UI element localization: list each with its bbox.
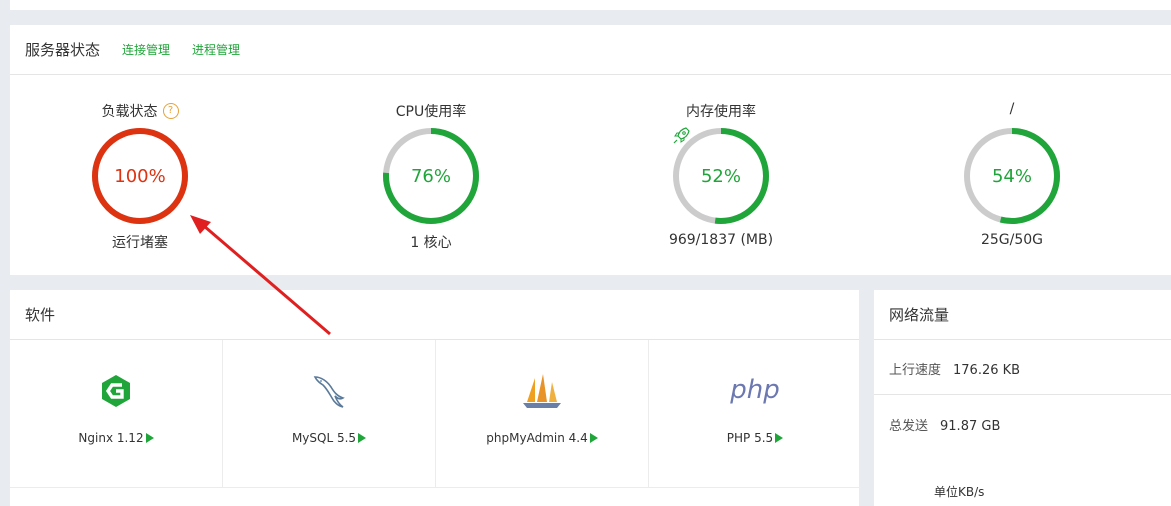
server-status-header: 服务器状态 连接管理 进程管理 bbox=[10, 25, 1171, 75]
load-ring[interactable]: 100% bbox=[90, 126, 190, 226]
phpmyadmin-sailboat-icon bbox=[512, 368, 572, 414]
load-value: 100% bbox=[114, 165, 166, 187]
software-title: 软件 bbox=[25, 306, 56, 324]
cpu-cores-text: 1 核心 bbox=[410, 235, 452, 251]
software-name-nginx: Nginx 1.12 bbox=[78, 431, 144, 445]
memory-usage-text: 969/1837 (MB) bbox=[668, 232, 774, 248]
software-item-phpmyadmin[interactable]: phpMyAdmin 4.4 bbox=[436, 340, 649, 488]
software-name-php: PHP 5.5 bbox=[726, 431, 774, 445]
load-status-text: 运行堵塞 bbox=[112, 235, 168, 251]
software-item-nginx[interactable]: Nginx 1.12 bbox=[10, 340, 223, 488]
disk-usage-text: 25G/50G bbox=[980, 232, 1044, 248]
nginx-icon bbox=[86, 368, 146, 414]
play-icon[interactable] bbox=[589, 433, 598, 443]
memory-ring[interactable]: 52% bbox=[671, 126, 771, 226]
connection-manage-link[interactable]: 连接管理 bbox=[122, 41, 170, 58]
mysql-dolphin-icon bbox=[299, 368, 359, 414]
cpu-value: 76% bbox=[410, 165, 451, 187]
gauge-memory-label: 内存使用率 bbox=[686, 104, 756, 120]
play-icon[interactable] bbox=[775, 433, 784, 443]
network-panel: 网络流量 上行速度 176.26 KB 总发送 91.87 GB 单位KB/s bbox=[874, 290, 1171, 506]
software-item-php[interactable]: php PHP 5.5 bbox=[649, 340, 861, 488]
disk-value: 54% bbox=[991, 165, 1032, 187]
gauge-cpu-label: CPU使用率 bbox=[395, 104, 467, 120]
network-title: 网络流量 bbox=[889, 306, 950, 324]
total-sent-label: 总发送 bbox=[889, 419, 929, 434]
software-grid: Nginx 1.12 MySQL 5.5 phpMyAdmin 4.4 php … bbox=[10, 340, 861, 506]
software-panel: 软件 Nginx 1.12 MySQL 5.5 phpMyAdmin 4.4 p… bbox=[10, 290, 861, 506]
play-icon[interactable] bbox=[358, 433, 367, 443]
server-status-panel: 服务器状态 连接管理 进程管理 负载状态 ? 100% 运行堵塞 CPU使用率 bbox=[10, 25, 1171, 275]
gauges-row: 负载状态 ? 100% 运行堵塞 CPU使用率 76% 1 核心 内存使用率 5… bbox=[10, 75, 1171, 275]
software-name-mysql: MySQL 5.5 bbox=[291, 431, 357, 445]
software-name-phpmyadmin: phpMyAdmin 4.4 bbox=[486, 431, 588, 445]
process-manage-link[interactable]: 进程管理 bbox=[192, 41, 240, 58]
help-icon[interactable]: ? bbox=[162, 103, 179, 119]
upload-speed-value: 176.26 KB bbox=[953, 363, 1021, 378]
svg-text:php: php bbox=[729, 375, 780, 405]
software-header: 软件 bbox=[10, 290, 859, 340]
top-strip bbox=[10, 0, 1171, 10]
cpu-ring[interactable]: 76% bbox=[381, 126, 481, 226]
network-header: 网络流量 bbox=[874, 290, 1171, 340]
divider bbox=[874, 394, 1171, 395]
unit-label: 单位KB/s bbox=[934, 485, 985, 499]
server-status-title: 服务器状态 bbox=[25, 41, 101, 59]
total-sent-value: 91.87 GB bbox=[940, 419, 1001, 434]
php-logo-icon: php bbox=[725, 368, 785, 414]
total-sent-row: 总发送 91.87 GB bbox=[889, 415, 1000, 434]
memory-value: 52% bbox=[700, 165, 741, 187]
disk-ring[interactable]: 54% bbox=[962, 126, 1062, 226]
upload-speed-label: 上行速度 bbox=[889, 363, 942, 378]
upload-speed-row: 上行速度 176.26 KB bbox=[889, 359, 1020, 378]
gauge-disk-label: / bbox=[1009, 101, 1015, 117]
play-icon[interactable] bbox=[145, 433, 154, 443]
software-item-mysql[interactable]: MySQL 5.5 bbox=[223, 340, 436, 488]
gauge-load-label: 负载状态 bbox=[101, 104, 158, 120]
